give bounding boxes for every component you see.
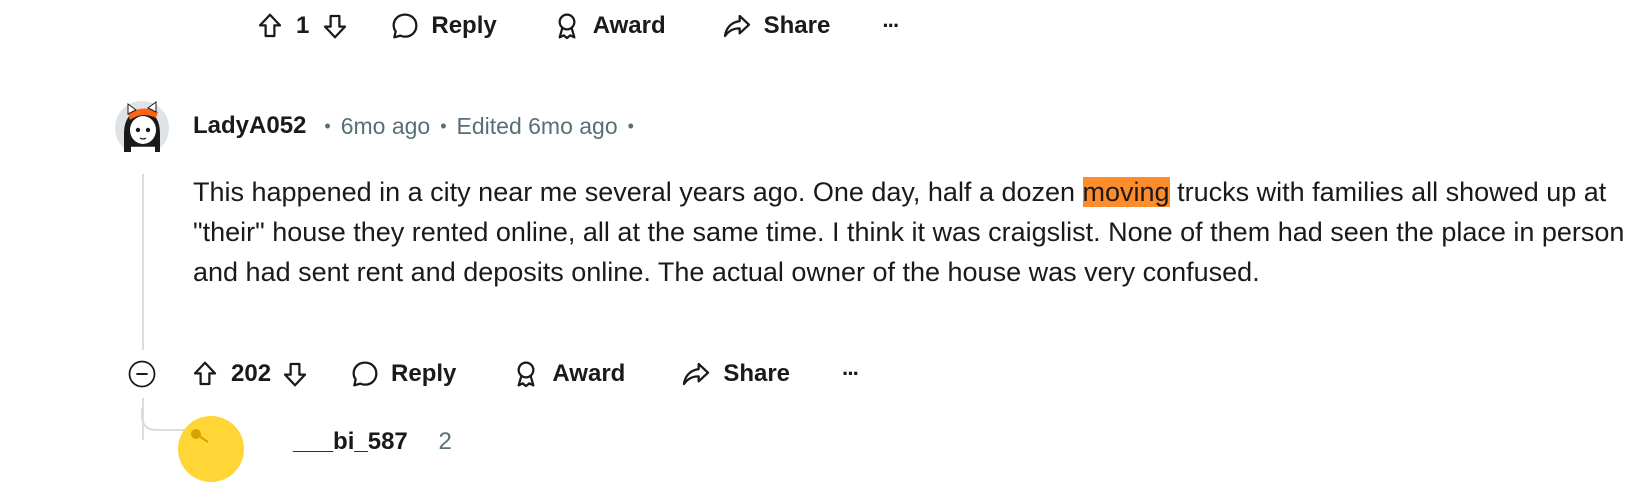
- avatar[interactable]: [114, 92, 170, 156]
- award-icon: [510, 358, 542, 390]
- award-icon: [551, 10, 583, 42]
- more-options-icon: ···: [882, 13, 900, 38]
- share-button[interactable]: Share: [679, 358, 790, 390]
- reply-timestamp: 2: [438, 428, 452, 455]
- comment-meta: LadyA052 • 6mo ago • Edited 6mo ago •: [193, 112, 644, 140]
- comment-text-before: This happened in a city near me several …: [193, 177, 1083, 207]
- award-button[interactable]: Award: [510, 358, 625, 390]
- thread-line[interactable]: [142, 174, 144, 350]
- edited-timestamp: Edited 6mo ago: [456, 112, 618, 139]
- share-icon: [679, 358, 713, 390]
- reply-avatar[interactable]: [178, 416, 244, 482]
- separator: •: [627, 115, 634, 136]
- share-icon: [720, 10, 754, 42]
- snoo-icon: [191, 429, 209, 443]
- downvote-icon[interactable]: [279, 358, 311, 390]
- collapse-icon: [128, 360, 156, 388]
- search-highlight: moving: [1082, 177, 1170, 207]
- upvote-icon[interactable]: [254, 10, 286, 42]
- award-label: Award: [552, 360, 626, 387]
- reply-username[interactable]: ___bi_587: [293, 428, 408, 455]
- more-options-button[interactable]: ···: [882, 13, 900, 39]
- share-label: Share: [763, 12, 831, 39]
- more-options-icon: ···: [842, 361, 860, 386]
- award-label: Award: [592, 12, 666, 39]
- separator: •: [324, 115, 331, 136]
- reply-label: Reply: [431, 12, 497, 39]
- username[interactable]: LadyA052: [193, 112, 306, 140]
- vote-count: 1: [296, 12, 310, 39]
- reply-button[interactable]: Reply: [389, 10, 497, 42]
- comment-bubble-icon: [389, 10, 421, 42]
- reply-meta-partial: ___bi_587 2: [293, 428, 452, 456]
- collapse-thread-button[interactable]: [127, 359, 157, 389]
- comment-bubble-icon: [349, 358, 381, 390]
- more-options-button[interactable]: ···: [842, 361, 860, 387]
- award-button[interactable]: Award: [551, 10, 666, 42]
- comment-body: This happened in a city near me several …: [193, 172, 1633, 292]
- share-button[interactable]: Share: [720, 10, 831, 42]
- reply-label: Reply: [391, 360, 457, 387]
- reply-button[interactable]: Reply: [349, 358, 456, 390]
- comment-actions: 202 Reply Award Share ···: [127, 352, 860, 396]
- separator: •: [440, 115, 447, 136]
- share-label: Share: [723, 360, 791, 387]
- upvote-icon[interactable]: [189, 358, 221, 390]
- downvote-icon[interactable]: [319, 10, 351, 42]
- vote-count: 202: [231, 360, 272, 387]
- previous-comment-actions: 1 Reply Award Share ···: [254, 4, 900, 48]
- timestamp[interactable]: 6mo ago: [341, 113, 431, 140]
